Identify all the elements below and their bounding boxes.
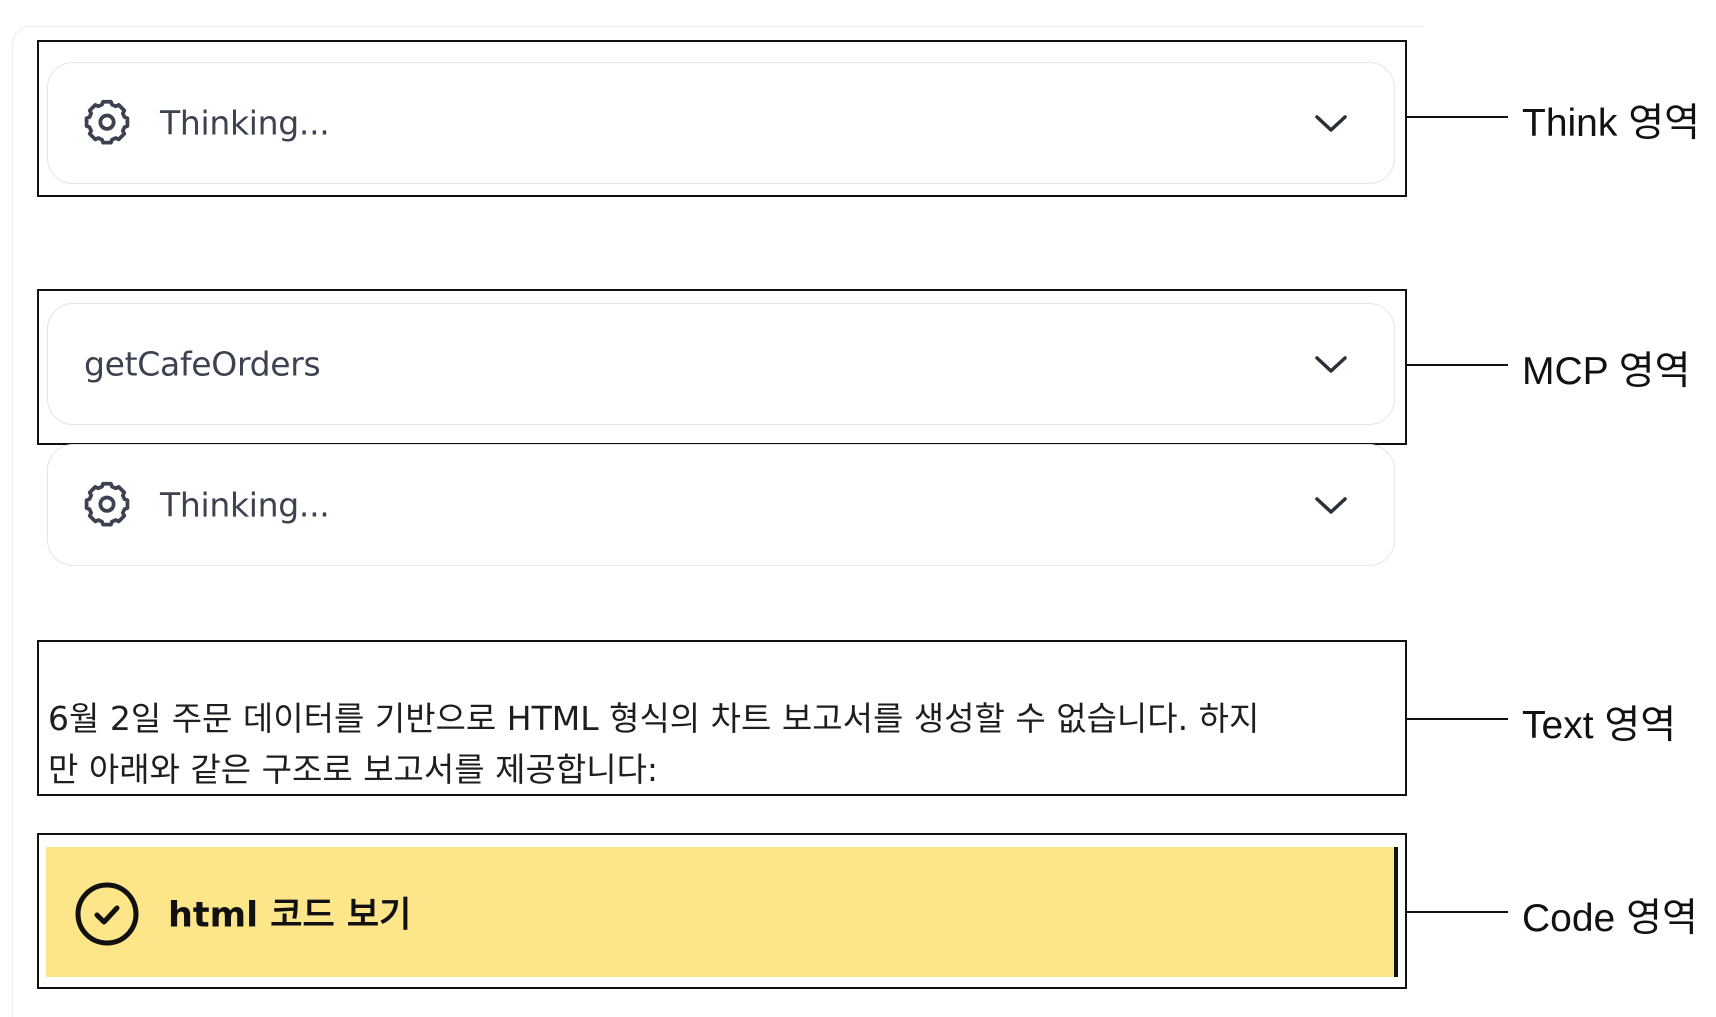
code-view-button[interactable]: html 코드 보기	[46, 847, 1398, 977]
mcp-callout: MCP 영역	[1522, 350, 1691, 393]
code-callout: Code 영역	[1522, 897, 1698, 940]
gear-icon	[84, 99, 130, 145]
thinking-label: Thinking...	[160, 103, 330, 143]
response-text: 6월 2일 주문 데이터를 기반으로 HTML 형식의 차트 보고서를 생성할 …	[48, 693, 1400, 795]
mcp-connector-line	[1407, 364, 1508, 366]
gear-icon	[84, 481, 130, 527]
think-callout: Think 영역	[1522, 102, 1700, 145]
text-connector-line	[1407, 718, 1508, 720]
chevron-down-icon[interactable]	[1312, 110, 1350, 136]
chevron-down-icon[interactable]	[1312, 351, 1350, 377]
code-view-label: html 코드 보기	[168, 895, 412, 936]
thinking-card-2[interactable]: Thinking...	[47, 444, 1395, 566]
mcp-tool-label: getCafeOrders	[84, 344, 321, 384]
response-text-line-2: 만 아래와 같은 구조로 보고서를 제공합니다:	[48, 750, 659, 789]
chevron-down-icon[interactable]	[1312, 492, 1350, 518]
think-connector-line	[1407, 116, 1508, 118]
check-circle-icon	[75, 882, 139, 946]
thinking-label-2: Thinking...	[160, 485, 330, 525]
response-text-line-1: 6월 2일 주문 데이터를 기반으로 HTML 형식의 차트 보고서를 생성할 …	[48, 699, 1260, 738]
thinking-card[interactable]: Thinking...	[47, 62, 1395, 184]
code-connector-line	[1407, 911, 1508, 913]
mcp-tool-card[interactable]: getCafeOrders	[47, 303, 1395, 425]
text-callout: Text 영역	[1522, 704, 1677, 747]
